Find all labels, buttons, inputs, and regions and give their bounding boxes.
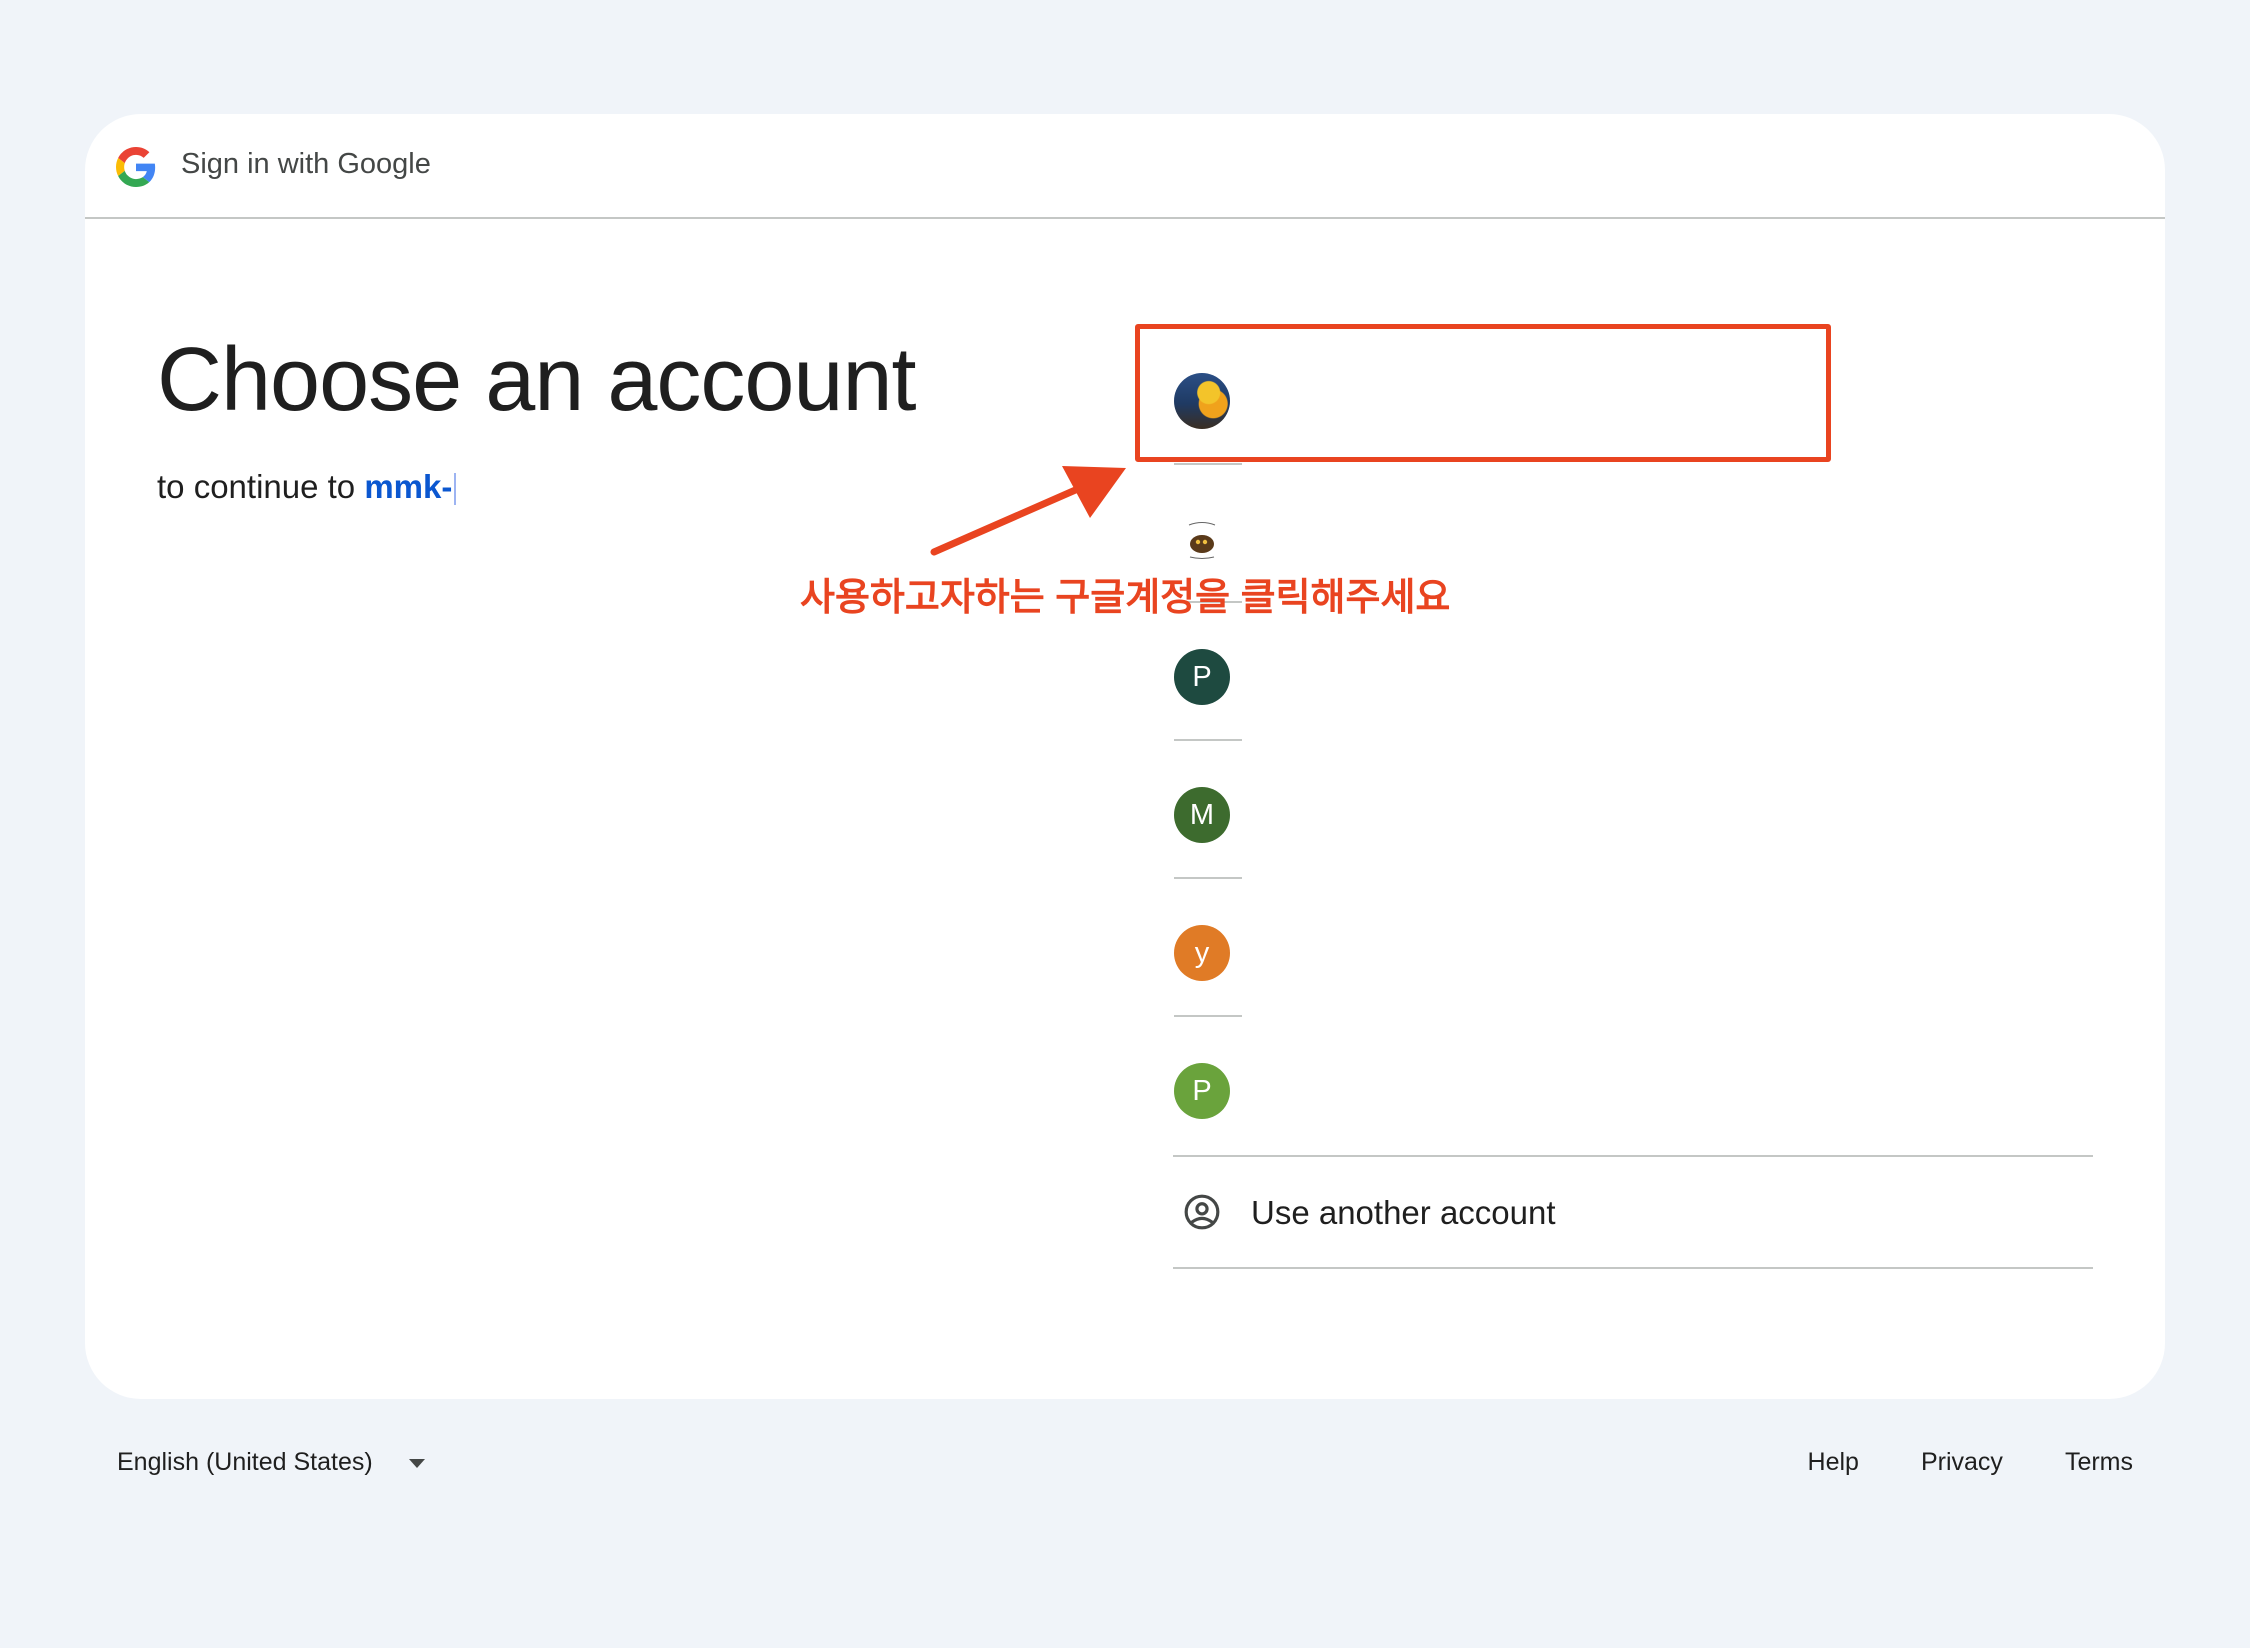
app-name-link[interactable]: mmk- <box>364 468 452 505</box>
chevron-down-icon <box>408 1458 425 1468</box>
privacy-link[interactable]: Privacy <box>1921 1448 2003 1476</box>
account-circle-icon <box>1184 1194 1220 1230</box>
help-link[interactable]: Help <box>1808 1448 1859 1476</box>
language-label: English (United States) <box>117 1448 373 1476</box>
account-item-5[interactable]: y <box>1148 879 2068 1017</box>
header-title: Sign in with Google <box>181 148 431 180</box>
text-caret <box>454 473 457 506</box>
subtitle: to continue to mmk- <box>157 468 457 506</box>
use-another-account-button[interactable]: Use another account <box>1173 1155 2093 1269</box>
card-header: Sign in with Google <box>85 114 2165 219</box>
footer-links: Help Privacy Terms <box>1746 1448 2133 1477</box>
account-item-6[interactable]: P <box>1148 1017 2068 1155</box>
avatar <box>1174 511 1230 567</box>
use-another-account-label: Use another account <box>1251 1194 1556 1231</box>
annotation-arrow-icon <box>930 466 1126 556</box>
language-selector[interactable]: English (United States) <box>117 1448 425 1477</box>
terms-link[interactable]: Terms <box>2065 1448 2133 1476</box>
annotation-text: 사용하고자하는 구글계정을 클릭해주세요 <box>800 577 1451 619</box>
avatar: M <box>1174 787 1230 843</box>
annotation-highlight-box <box>1135 324 1831 462</box>
account-item-4[interactable]: M <box>1148 741 2068 879</box>
page-title: Choose an account <box>157 330 917 430</box>
avatar: P <box>1174 649 1230 705</box>
avatar: P <box>1174 1063 1230 1119</box>
google-g-icon <box>116 147 156 187</box>
account-item-3[interactable]: P <box>1148 603 2068 741</box>
subtitle-prefix: to continue to <box>157 468 365 505</box>
avatar: y <box>1174 925 1230 981</box>
